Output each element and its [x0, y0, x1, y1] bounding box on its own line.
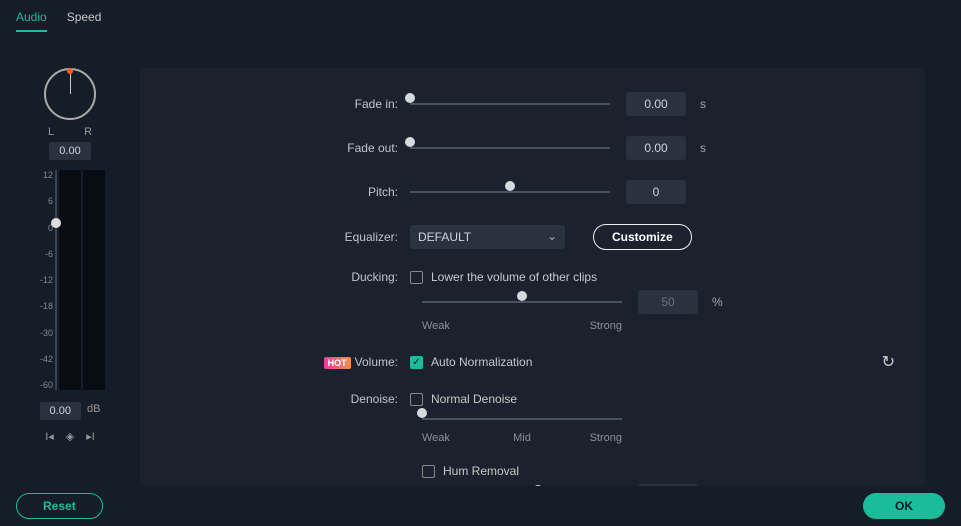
- tab-audio[interactable]: Audio: [16, 10, 47, 32]
- ducking-checkbox-label: Lower the volume of other clips: [431, 270, 597, 284]
- volume-label: HOTVolume:: [170, 355, 410, 369]
- pan-l: L: [48, 126, 54, 138]
- pitch-slider[interactable]: [410, 185, 610, 199]
- ducking-slider[interactable]: [422, 295, 622, 309]
- settings-panel: Fade in: 0.00 s Fade out: 0.00 s Pitch: …: [140, 68, 925, 486]
- pan-r: R: [84, 126, 92, 138]
- volume-fader-track[interactable]: [55, 170, 57, 390]
- volume-reset-icon[interactable]: ↻: [882, 352, 895, 372]
- meter-unit: dB: [87, 403, 100, 415]
- fadein-label: Fade in:: [170, 97, 410, 111]
- fadein-unit: s: [700, 97, 706, 111]
- hot-badge: HOT: [324, 357, 351, 369]
- meter-left: [59, 170, 81, 390]
- fadein-slider[interactable]: [410, 97, 610, 111]
- equalizer-select[interactable]: DEFAULT: [410, 225, 565, 249]
- normal-denoise-label: Normal Denoise: [431, 392, 517, 406]
- ducking-strong-label: Strong: [590, 320, 622, 332]
- prev-keyframe-button[interactable]: I◂: [45, 430, 54, 443]
- footer: Reset OK: [0, 486, 961, 526]
- fadeout-unit: s: [700, 141, 706, 155]
- ducking-value[interactable]: 50: [638, 290, 698, 314]
- denoise-strong-label: Strong: [555, 432, 622, 444]
- ducking-unit: %: [712, 295, 723, 309]
- reset-button[interactable]: Reset: [16, 493, 103, 519]
- tab-speed[interactable]: Speed: [67, 10, 102, 32]
- denoise-label: Denoise:: [170, 392, 410, 406]
- meter-value[interactable]: 0.00: [40, 402, 81, 420]
- denoise-slider[interactable]: [422, 412, 622, 426]
- meter-scale: 12 6 0 -6 -12 -18 -30 -42 -60: [35, 170, 53, 390]
- normal-denoise-checkbox[interactable]: [410, 393, 423, 406]
- next-keyframe-button[interactable]: ▸I: [86, 430, 95, 443]
- pan-value[interactable]: 0.00: [49, 142, 90, 160]
- denoise-mid-label: Mid: [489, 432, 556, 444]
- ducking-checkbox[interactable]: [410, 271, 423, 284]
- ok-button[interactable]: OK: [863, 493, 945, 519]
- fadeout-label: Fade out:: [170, 141, 410, 155]
- denoise-weak-label: Weak: [422, 432, 489, 444]
- pan-lr: L R: [48, 126, 92, 138]
- pan-dial[interactable]: [44, 68, 96, 120]
- ducking-weak-label: Weak: [422, 320, 450, 332]
- left-panel: L R 0.00 12 6 0 -6 -12 -18 -30 -42 -60 0…: [0, 40, 140, 486]
- pitch-value[interactable]: 0: [626, 180, 686, 204]
- hum-removal-checkbox[interactable]: [422, 465, 435, 478]
- volume-fader-thumb[interactable]: [51, 218, 61, 228]
- tabs: Audio Speed: [0, 0, 961, 32]
- equalizer-label: Equalizer:: [170, 230, 410, 244]
- meter-right: [83, 170, 105, 390]
- fadein-value[interactable]: 0.00: [626, 92, 686, 116]
- fadeout-slider[interactable]: [410, 141, 610, 155]
- pitch-label: Pitch:: [170, 185, 410, 199]
- auto-normalization-checkbox[interactable]: ✓: [410, 356, 423, 369]
- ducking-label: Ducking:: [170, 270, 410, 284]
- fadeout-value[interactable]: 0.00: [626, 136, 686, 160]
- auto-normalization-label: Auto Normalization: [431, 355, 532, 369]
- customize-button[interactable]: Customize: [593, 224, 692, 250]
- hum-removal-label: Hum Removal: [443, 464, 519, 478]
- add-keyframe-button[interactable]: ◈: [66, 430, 74, 443]
